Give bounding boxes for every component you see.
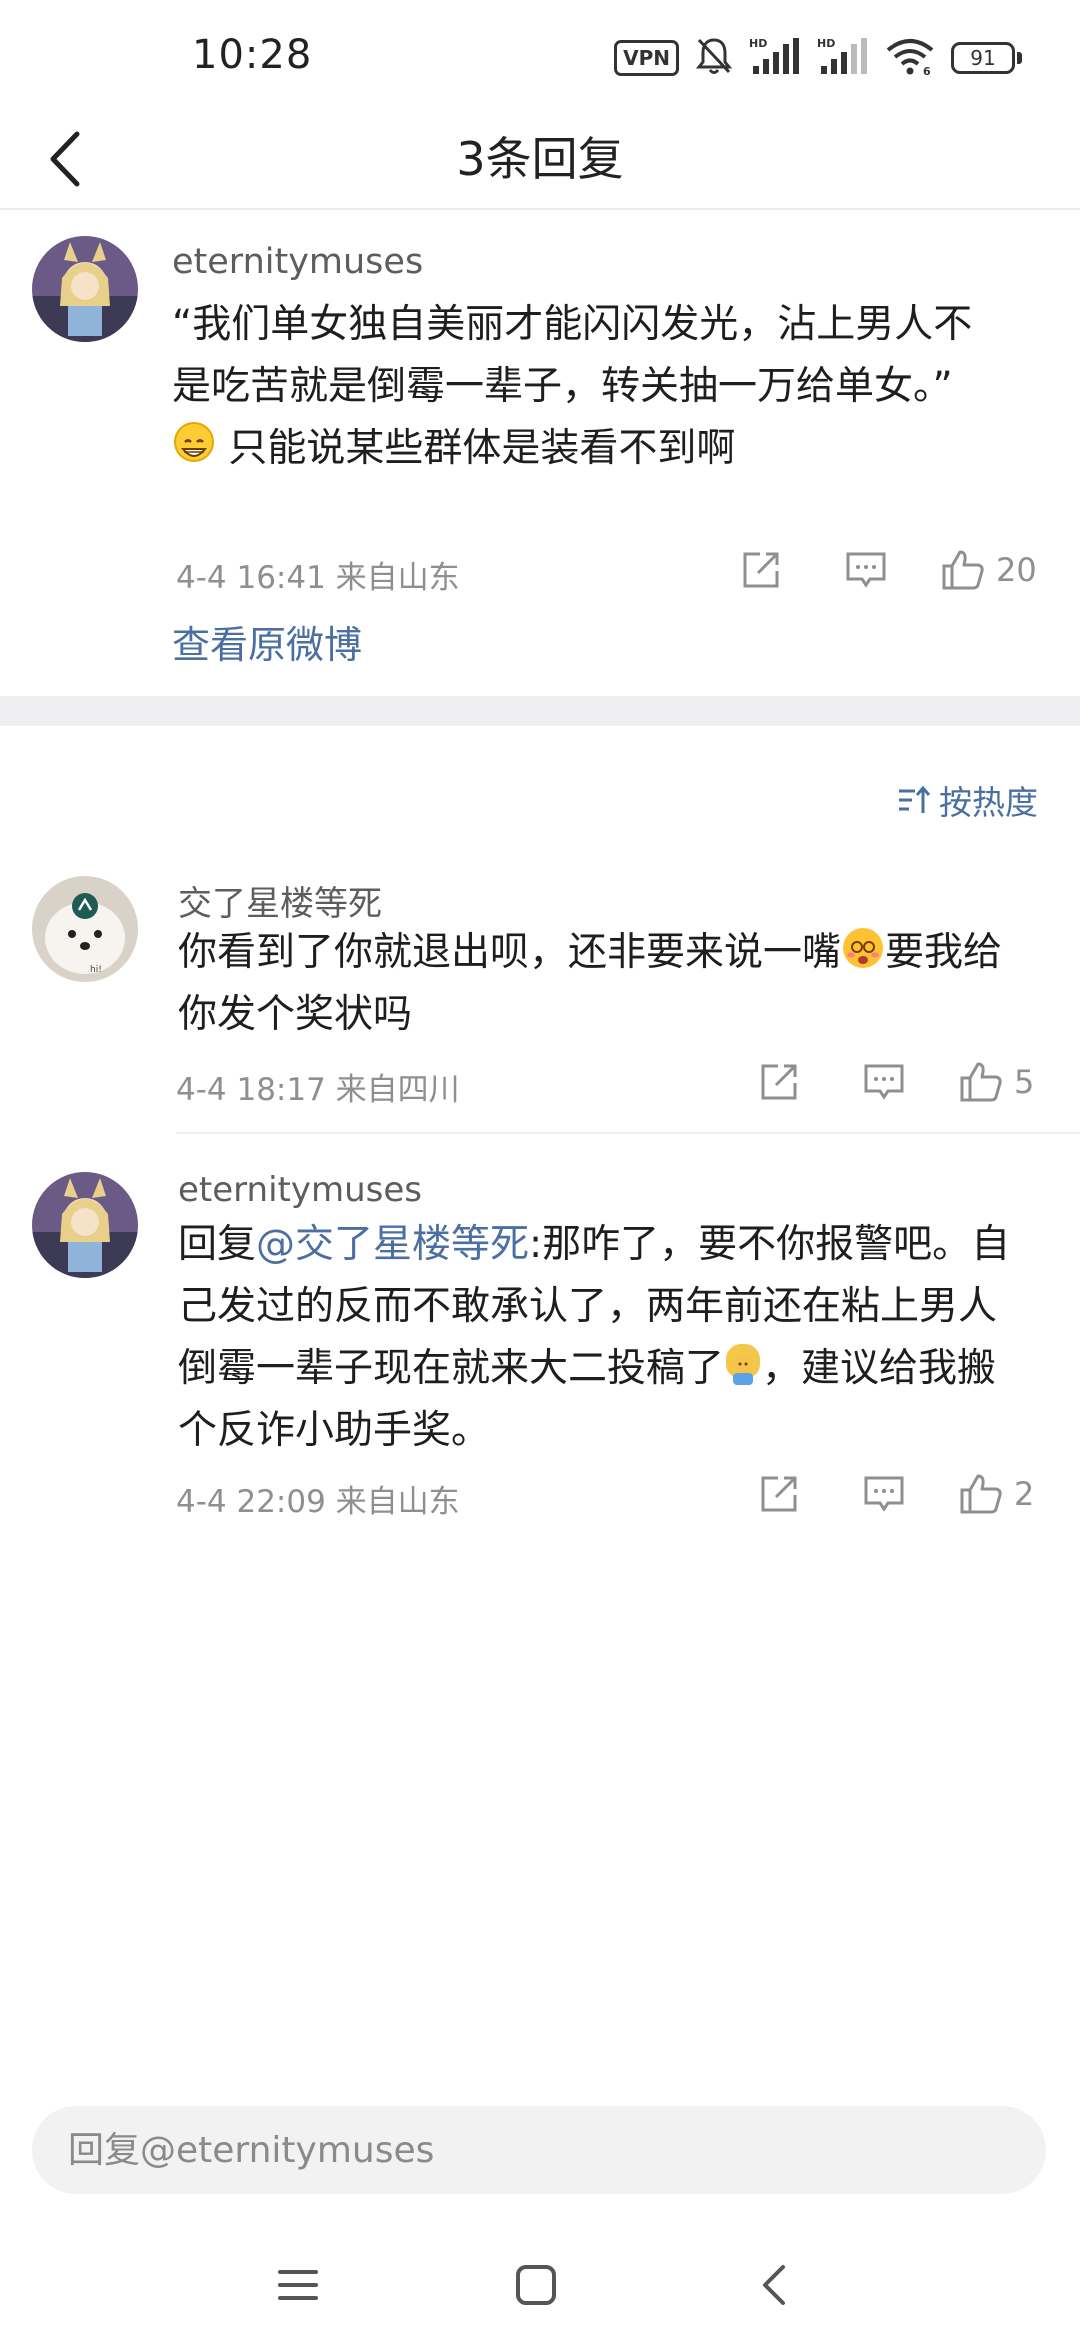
hugging-face-emoji-icon [726, 1344, 761, 1385]
header: 3条回复 [0, 110, 1080, 210]
post-text-line-3: 只能说某些群体是装看不到啊 [172, 418, 1042, 480]
grinning-face-emoji-icon [174, 422, 214, 462]
like-button[interactable]: 20 [940, 548, 1037, 592]
reply-actions: 5 [758, 1060, 1034, 1104]
reply-text: :那咋了，要不你报警吧。自 [529, 1222, 1011, 1267]
reply-text-line-1: 你看到了你就退出呗，还非要来说一嘴 要我给 [178, 922, 1058, 984]
avatar[interactable] [32, 236, 138, 342]
reply-content: 回复@交了星楼等死:那咋了，要不你报警吧。自 己发过的反而不敢承认了，两年前还在… [178, 1214, 1058, 1462]
reply-content: 你看到了你就退出呗，还非要来说一嘴 要我给 你发个奖状吗 [178, 922, 1058, 1046]
menu-button[interactable] [258, 2250, 338, 2320]
status-bar: 10:28 VPN HD HD 6 91 [0, 0, 1080, 110]
status-icons: VPN HD HD 6 91 [614, 36, 1022, 80]
share-icon [761, 1064, 797, 1100]
back-triangle-icon [763, 2265, 785, 2305]
comment-button[interactable] [862, 1061, 906, 1103]
post-text-line: 只能说某些群体是装看不到啊 [228, 426, 736, 471]
thumbs-up-icon [960, 1062, 1002, 1102]
thumbs-up-icon [960, 1474, 1002, 1514]
comment-icon [846, 552, 886, 588]
home-button[interactable] [496, 2250, 576, 2320]
like-count: 20 [996, 551, 1037, 589]
original-post: eternitymuses “我们单女独自美丽才能闪闪发光，沾上男人不 是吃苦就… [0, 212, 1080, 696]
battery-level: 91 [951, 42, 1015, 74]
share-button[interactable] [758, 1473, 800, 1515]
post-meta: 4-4 16:41 来自山东 [176, 560, 460, 596]
reply-text: 你发个奖状吗 [178, 992, 413, 1037]
reply-item: hi! 交了星楼等死 你看到了你就退出呗，还非要来说一嘴 要我给 你发个奖状吗 4… [0, 870, 1080, 1134]
reply-actions: 2 [758, 1472, 1034, 1516]
share-icon [761, 1476, 797, 1512]
view-original-link[interactable]: 查看原微博 [172, 614, 362, 669]
reply-text: 倒霉一辈子现在就来大二投稿了 [178, 1346, 725, 1391]
sort-button[interactable]: 按热度 [897, 776, 1038, 824]
comment-icon [864, 1064, 904, 1100]
system-back-button[interactable] [734, 2250, 814, 2320]
system-nav-bar [0, 2230, 1080, 2340]
post-text-line: “我们单女独自美丽才能闪闪发光，沾上男人不 [172, 302, 973, 347]
wifi-icon: 6 [885, 36, 935, 80]
like-count: 5 [1014, 1063, 1035, 1101]
vpn-icon: VPN [614, 40, 679, 76]
svg-text:HD: HD [749, 37, 767, 50]
username[interactable]: 交了星楼等死 [178, 876, 382, 925]
like-button[interactable]: 5 [958, 1060, 1034, 1104]
signal-hd-icon: HD [817, 36, 869, 80]
share-icon [743, 552, 779, 588]
thumbs-up-icon [942, 550, 984, 590]
bell-muted-icon [695, 36, 733, 80]
post-text-line: 是吃苦就是倒霉一辈子，转关抽一万给单女。” [172, 364, 953, 409]
reply-text-line-3: 倒霉一辈子现在就来大二投稿了 ，建议给我搬 [178, 1338, 1058, 1400]
avatar[interactable] [32, 1172, 138, 1278]
battery-tip [1017, 52, 1022, 64]
share-button[interactable] [758, 1061, 800, 1103]
home-square-icon [516, 2265, 556, 2305]
svg-text:6: 6 [923, 65, 931, 76]
share-button[interactable] [740, 549, 782, 591]
like-count: 2 [1014, 1475, 1035, 1513]
username[interactable]: eternitymuses [172, 242, 423, 282]
sort-label: 按热度 [939, 783, 1038, 822]
reply-input-bar [32, 2106, 1046, 2194]
reply-text: 己发过的反而不敢承认了，两年前还在粘上男人 [178, 1284, 998, 1329]
svg-text:hi!: hi! [90, 965, 102, 975]
reply-input[interactable] [68, 2129, 1046, 2171]
post-content: “我们单女独自美丽才能闪闪发光，沾上男人不 是吃苦就是倒霉一辈子，转关抽一万给单… [172, 294, 1042, 480]
reply-text: 要我给 [885, 930, 1003, 975]
reply-divider [176, 1132, 1080, 1134]
username[interactable]: eternitymuses [178, 1170, 422, 1210]
like-button[interactable]: 2 [958, 1472, 1034, 1516]
comment-button[interactable] [844, 549, 888, 591]
reply-text: ，建议给我搬 [762, 1346, 997, 1391]
avatar[interactable]: hi! [32, 876, 138, 982]
comment-icon [864, 1476, 904, 1512]
battery-icon: 91 [951, 42, 1022, 74]
status-time: 10:28 [192, 32, 313, 78]
reply-meta: 4-4 18:17 来自四川 [176, 1072, 460, 1108]
comment-button[interactable] [862, 1473, 906, 1515]
menu-icon [278, 2270, 318, 2300]
reply-text: 你看到了你就退出呗，还非要来说一嘴 [178, 930, 842, 975]
reply-prefix: 回复 [178, 1222, 257, 1267]
svg-text:HD: HD [817, 37, 835, 50]
dizzy-face-emoji-icon [843, 928, 884, 968]
mention-link[interactable]: @交了星楼等死 [256, 1222, 529, 1267]
post-actions: 20 [740, 548, 1037, 592]
reply-meta: 4-4 22:09 来自山东 [176, 1484, 460, 1520]
reply-text-line-1: 回复@交了星楼等死:那咋了，要不你报警吧。自 [178, 1214, 1058, 1276]
sort-icon [899, 785, 931, 813]
section-divider [0, 696, 1080, 726]
reply-text: 个反诈小助手奖。 [178, 1408, 491, 1453]
reply-item: eternitymuses 回复@交了星楼等死:那咋了，要不你报警吧。自 己发过… [0, 1166, 1080, 1536]
page-title: 3条回复 [456, 132, 624, 186]
signal-hd-icon: HD [749, 36, 801, 80]
